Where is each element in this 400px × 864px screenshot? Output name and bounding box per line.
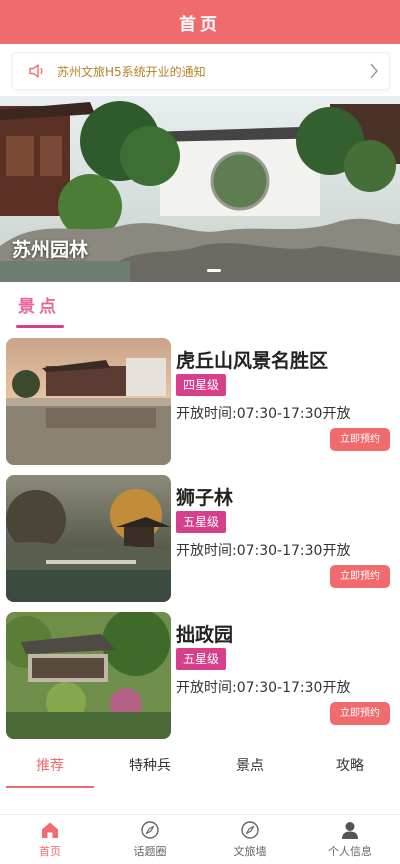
- attraction-image: [6, 338, 171, 465]
- tab-guides[interactable]: 攻略: [300, 748, 400, 788]
- rating-badge: 五星级: [176, 511, 227, 533]
- home-icon: [42, 822, 58, 838]
- header-bar: 首页: [0, 0, 400, 44]
- nav-profile[interactable]: 个人信息: [300, 815, 400, 864]
- opening-hours: 开放时间:07:30-17:30开放: [176, 406, 351, 422]
- tab-recommend[interactable]: 推荐: [0, 748, 100, 788]
- carousel-indicator[interactable]: [207, 269, 221, 272]
- compass-icon: [141, 821, 159, 839]
- bottom-nav: 首页 话题圈 文旅墙 个人信息: [0, 814, 400, 864]
- user-icon: [342, 822, 358, 839]
- attraction-image: [6, 475, 171, 602]
- attraction-name: 狮子林: [176, 487, 234, 509]
- speaker-icon: [29, 64, 43, 78]
- banner-title: 苏州园林: [12, 239, 89, 261]
- nav-label: 首页: [39, 845, 61, 858]
- home-page: 首页 苏州文旅H5系统开业的通知 苏州园林 景点 虎丘山风景名胜区 四星级 开放…: [0, 0, 400, 864]
- nav-home[interactable]: 首页: [0, 815, 100, 864]
- opening-hours: 开放时间:07:30-17:30开放: [176, 543, 351, 559]
- rating-badge: 五星级: [176, 648, 227, 670]
- banner-carousel[interactable]: 苏州园林: [0, 96, 400, 282]
- section-underline: [16, 325, 64, 328]
- attraction-card[interactable]: 虎丘山风景名胜区 四星级 开放时间:07:30-17:30开放 立即预约: [6, 338, 394, 466]
- notice-text: 苏州文旅H5系统开业的通知: [57, 64, 206, 79]
- book-now-button[interactable]: 立即预约: [330, 428, 390, 451]
- page-title: 首页: [179, 14, 221, 35]
- nav-label: 文旅墙: [233, 845, 267, 858]
- category-tabs: 推荐 特种兵 景点 攻略: [0, 748, 400, 788]
- attraction-card[interactable]: 拙政园 五星级 开放时间:07:30-17:30开放 立即预约: [6, 612, 394, 740]
- attraction-card[interactable]: 狮子林 五星级 开放时间:07:30-17:30开放 立即预约: [6, 475, 394, 603]
- attraction-image: [6, 612, 171, 739]
- tab-special-forces[interactable]: 特种兵: [100, 748, 200, 788]
- nav-culture-wall[interactable]: 文旅墙: [200, 815, 300, 864]
- attraction-name: 拙政园: [176, 624, 234, 646]
- notice-bar[interactable]: 苏州文旅H5系统开业的通知: [12, 52, 390, 90]
- attraction-name: 虎丘山风景名胜区: [176, 350, 329, 372]
- rating-badge: 四星级: [176, 374, 227, 396]
- book-now-button[interactable]: 立即预约: [330, 702, 390, 725]
- opening-hours: 开放时间:07:30-17:30开放: [176, 680, 351, 696]
- chevron-right-icon: [370, 63, 378, 79]
- section-header: 景点: [16, 292, 64, 328]
- book-now-button[interactable]: 立即预约: [330, 565, 390, 588]
- compass-icon: [241, 821, 259, 839]
- nav-label: 个人信息: [328, 845, 372, 858]
- tab-attractions[interactable]: 景点: [200, 748, 300, 788]
- nav-label: 话题圈: [133, 845, 167, 858]
- section-title: 景点: [18, 297, 60, 317]
- nav-topics[interactable]: 话题圈: [100, 815, 200, 864]
